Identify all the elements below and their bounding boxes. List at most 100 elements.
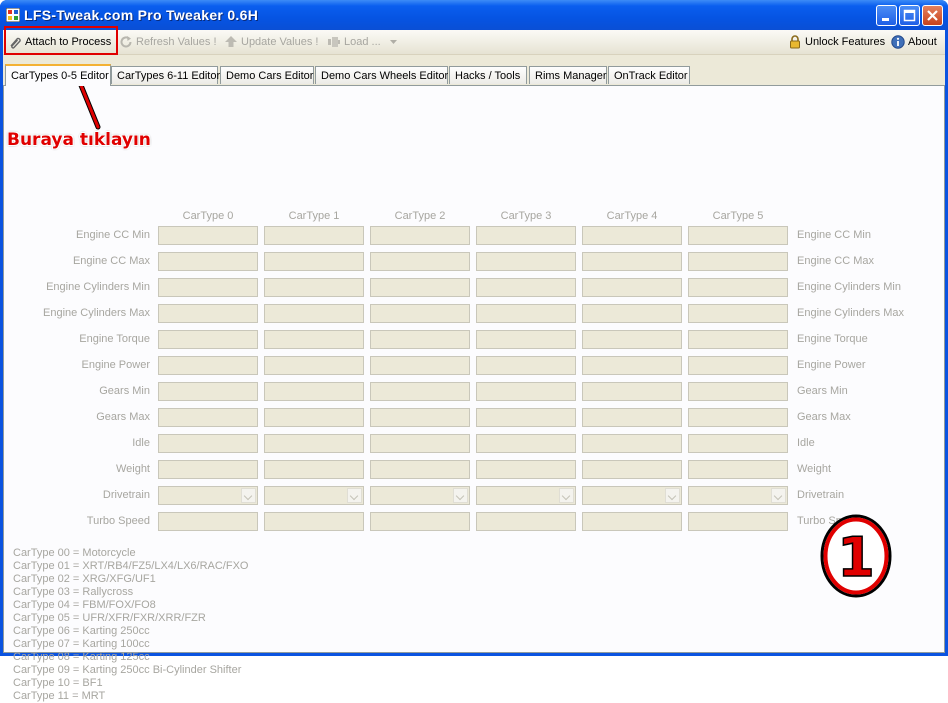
- value-field[interactable]: [476, 434, 576, 453]
- value-field[interactable]: [688, 330, 788, 349]
- value-field[interactable]: [370, 226, 470, 245]
- value-field[interactable]: [158, 226, 258, 245]
- cartype-note: CarType 03 = Rallycross: [13, 586, 134, 598]
- drivetrain-select[interactable]: [688, 486, 788, 505]
- tab-rims-manager[interactable]: Rims Manager: [529, 66, 607, 84]
- value-field[interactable]: [264, 226, 364, 245]
- value-field[interactable]: [688, 252, 788, 271]
- drivetrain-select[interactable]: [370, 486, 470, 505]
- refresh-values-button[interactable]: Refresh Values !: [119, 32, 217, 52]
- value-field[interactable]: [582, 356, 682, 375]
- value-field[interactable]: [582, 460, 682, 479]
- value-field[interactable]: [582, 252, 682, 271]
- chevron-down-icon[interactable]: [241, 488, 256, 503]
- value-field[interactable]: [264, 434, 364, 453]
- value-field[interactable]: [158, 356, 258, 375]
- value-field[interactable]: [264, 460, 364, 479]
- window-title: LFS-Tweak.com Pro Tweaker 0.6H: [24, 7, 259, 23]
- tab-hacks-tools[interactable]: Hacks / Tools: [449, 66, 527, 84]
- tab-ontrack-editor[interactable]: OnTrack Editor: [608, 66, 690, 84]
- drivetrain-select[interactable]: [158, 486, 258, 505]
- drivetrain-select[interactable]: [264, 486, 364, 505]
- value-field[interactable]: [370, 278, 470, 297]
- value-field[interactable]: [476, 330, 576, 349]
- tab-demo-cars-wheels[interactable]: Demo Cars Wheels Editor: [315, 66, 448, 84]
- value-field[interactable]: [688, 278, 788, 297]
- drivetrain-select[interactable]: [582, 486, 682, 505]
- minimize-icon: [882, 18, 889, 21]
- load-dropdown-button[interactable]: Load ...: [327, 32, 398, 52]
- value-field[interactable]: [688, 512, 788, 531]
- value-field[interactable]: [264, 304, 364, 323]
- value-field[interactable]: [370, 330, 470, 349]
- value-field[interactable]: [476, 226, 576, 245]
- chevron-down-icon[interactable]: [665, 488, 680, 503]
- value-field[interactable]: [688, 382, 788, 401]
- value-field[interactable]: [158, 252, 258, 271]
- tab-strip: CarTypes 0-5 Editor CarTypes 6-11 Editor…: [3, 64, 945, 86]
- value-field[interactable]: [158, 304, 258, 323]
- value-field[interactable]: [476, 356, 576, 375]
- value-field[interactable]: [264, 330, 364, 349]
- value-field[interactable]: [688, 408, 788, 427]
- value-field[interactable]: [264, 278, 364, 297]
- value-field[interactable]: [476, 252, 576, 271]
- value-field[interactable]: [264, 512, 364, 531]
- value-field[interactable]: [264, 356, 364, 375]
- tab-demo-cars[interactable]: Demo Cars Editor: [220, 66, 314, 84]
- close-button[interactable]: [922, 5, 943, 26]
- value-field[interactable]: [582, 408, 682, 427]
- maximize-button[interactable]: [899, 5, 920, 26]
- value-field[interactable]: [476, 382, 576, 401]
- tab-cartypes-6-11[interactable]: CarTypes 6-11 Editor: [111, 66, 220, 84]
- chevron-down-icon[interactable]: [771, 488, 786, 503]
- value-field[interactable]: [370, 304, 470, 323]
- value-field[interactable]: [476, 512, 576, 531]
- value-field[interactable]: [158, 408, 258, 427]
- value-field[interactable]: [582, 330, 682, 349]
- tab-cartypes-0-5[interactable]: CarTypes 0-5 Editor: [5, 64, 111, 86]
- value-field[interactable]: [158, 382, 258, 401]
- title-bar[interactable]: LFS-Tweak.com Pro Tweaker 0.6H: [0, 0, 948, 30]
- value-field[interactable]: [370, 408, 470, 427]
- chevron-down-icon[interactable]: [453, 488, 468, 503]
- value-field[interactable]: [582, 512, 682, 531]
- cartype-note: CarType 05 = UFR/XFR/FXR/XRR/FZR: [13, 612, 206, 624]
- value-field[interactable]: [158, 512, 258, 531]
- value-field[interactable]: [476, 278, 576, 297]
- value-field[interactable]: [370, 252, 470, 271]
- about-button[interactable]: About: [891, 32, 937, 52]
- value-field[interactable]: [370, 382, 470, 401]
- value-field[interactable]: [476, 408, 576, 427]
- value-field[interactable]: [688, 434, 788, 453]
- value-field[interactable]: [158, 434, 258, 453]
- value-field[interactable]: [476, 304, 576, 323]
- value-field[interactable]: [370, 356, 470, 375]
- value-field[interactable]: [158, 460, 258, 479]
- minimize-button[interactable]: [876, 5, 897, 26]
- value-field[interactable]: [688, 356, 788, 375]
- value-field[interactable]: [370, 434, 470, 453]
- value-field[interactable]: [264, 252, 364, 271]
- value-field[interactable]: [370, 460, 470, 479]
- unlock-features-button[interactable]: Unlock Features: [788, 32, 885, 52]
- value-field[interactable]: [582, 382, 682, 401]
- value-field[interactable]: [582, 434, 682, 453]
- value-field[interactable]: [582, 304, 682, 323]
- value-field[interactable]: [688, 460, 788, 479]
- value-field[interactable]: [158, 278, 258, 297]
- value-field[interactable]: [688, 226, 788, 245]
- value-field[interactable]: [264, 382, 364, 401]
- row-label-right: Engine Cylinders Min: [797, 281, 901, 293]
- chevron-down-icon[interactable]: [347, 488, 362, 503]
- value-field[interactable]: [370, 512, 470, 531]
- drivetrain-select[interactable]: [476, 486, 576, 505]
- value-field[interactable]: [476, 460, 576, 479]
- update-values-button[interactable]: Update Values !: [224, 32, 318, 52]
- value-field[interactable]: [158, 330, 258, 349]
- value-field[interactable]: [264, 408, 364, 427]
- value-field[interactable]: [582, 278, 682, 297]
- chevron-down-icon[interactable]: [559, 488, 574, 503]
- value-field[interactable]: [582, 226, 682, 245]
- value-field[interactable]: [688, 304, 788, 323]
